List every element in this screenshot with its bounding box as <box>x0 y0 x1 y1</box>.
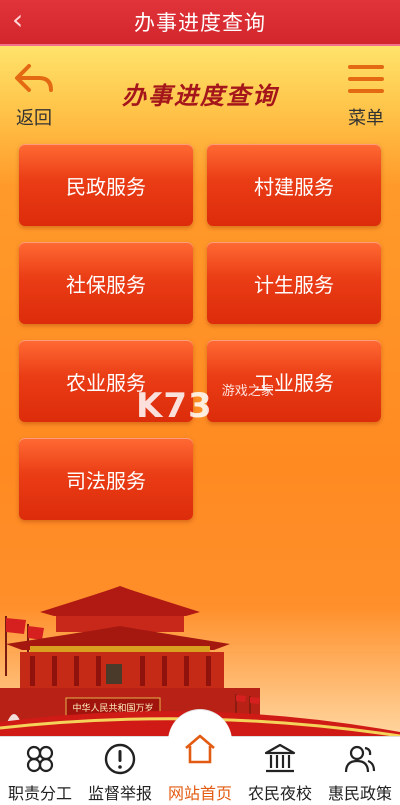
tab-responsibilities[interactable]: 职责分工 <box>0 737 80 805</box>
family-planning-service-button[interactable]: 计生服务 <box>207 242 381 324</box>
village-construction-service-button[interactable]: 村建服务 <box>207 144 381 226</box>
main-content: 返回 办事进度查询 菜单 民政服务 村建服务 社保服务 计生服务 农业服务 工业… <box>0 46 400 736</box>
bottom-tab-bar: 职责分工 监督举报 网站首页 农民夜校 惠民政策 <box>0 709 400 805</box>
hamburger-menu-icon <box>348 65 384 93</box>
service-grid: 民政服务 村建服务 社保服务 计生服务 农业服务 工业服务 司法服务 <box>19 144 381 520</box>
menu-label: 菜单 <box>348 108 384 129</box>
menu-button[interactable]: 菜单 <box>342 62 390 132</box>
alert-icon <box>104 743 136 775</box>
building-icon <box>264 743 296 773</box>
judicial-service-button[interactable]: 司法服务 <box>19 438 193 520</box>
tab-farmer-night-school[interactable]: 农民夜校 <box>240 737 320 805</box>
users-icon <box>344 745 376 773</box>
tab-policies[interactable]: 惠民政策 <box>320 737 400 805</box>
watermark-brand: K73 <box>136 386 213 426</box>
home-icon <box>185 734 215 764</box>
window-title: 办事进度查询 <box>134 11 266 35</box>
tab-label: 监督举报 <box>87 784 152 803</box>
watermark: K73 游戏之家 <box>136 384 274 426</box>
chevron-left-icon[interactable]: ‹ <box>12 6 23 34</box>
tab-label: 农民夜校 <box>247 784 312 803</box>
tab-label: 网站首页 <box>167 784 232 803</box>
tab-label: 惠民政策 <box>327 784 392 803</box>
social-security-service-button[interactable]: 社保服务 <box>19 242 193 324</box>
tab-supervision-report[interactable]: 监督举报 <box>80 737 160 805</box>
tiananmen-illustration: 中华人民共和国万岁 <box>0 586 400 736</box>
tab-home[interactable]: 网站首页 <box>160 734 240 805</box>
tab-label: 职责分工 <box>7 784 72 803</box>
title-bar: ‹ 办事进度查询 <box>0 0 400 44</box>
page-header: 返回 办事进度查询 菜单 <box>0 46 400 134</box>
civil-affairs-service-button[interactable]: 民政服务 <box>19 144 193 226</box>
page-title: 办事进度查询 <box>122 81 278 110</box>
clover-icon <box>26 745 54 773</box>
watermark-site: 游戏之家 <box>221 384 274 399</box>
